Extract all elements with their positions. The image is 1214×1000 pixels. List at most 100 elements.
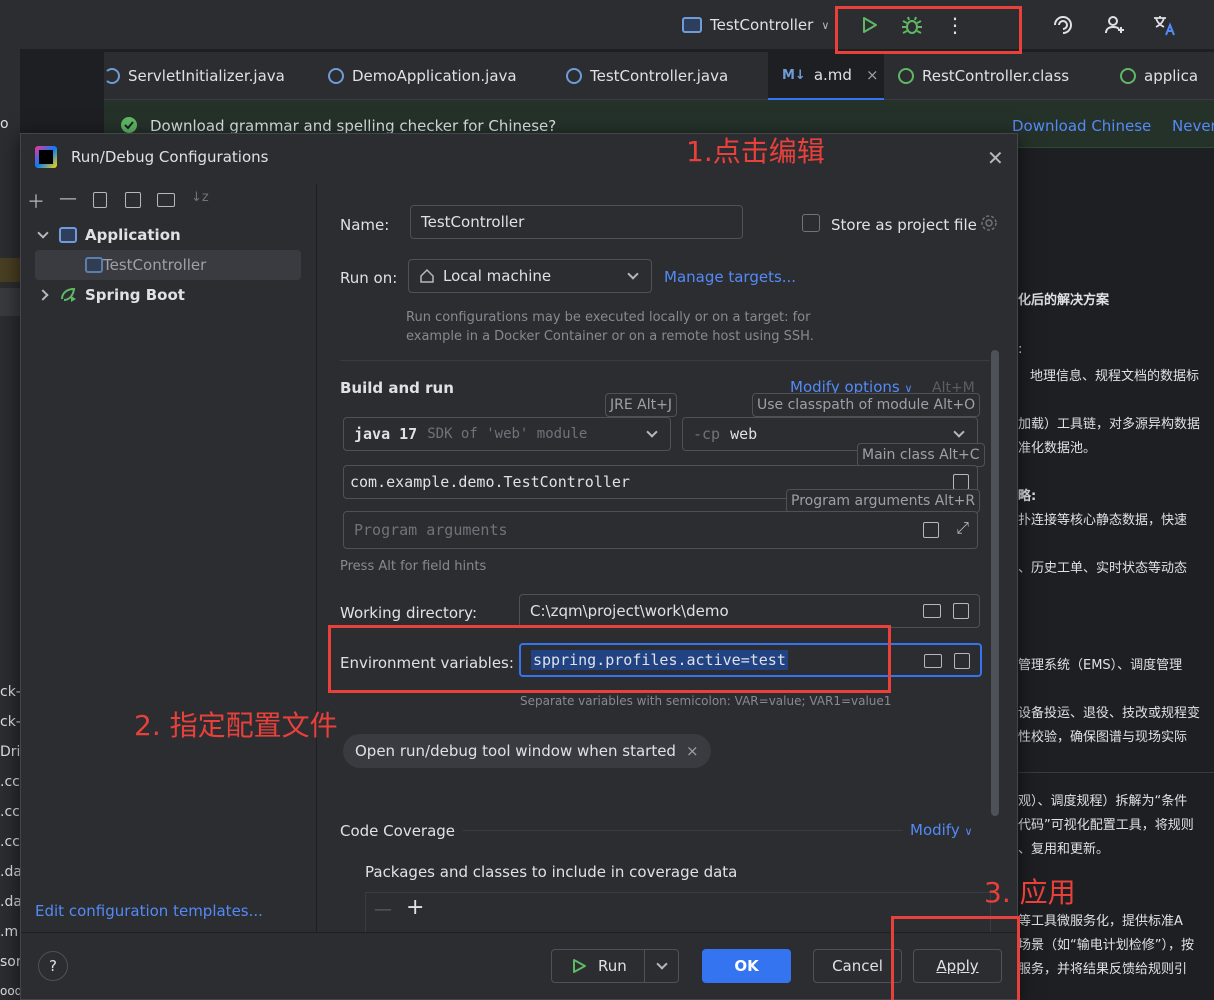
copy-icon[interactable] xyxy=(93,192,107,208)
tab-label: RestController.class xyxy=(922,67,1070,85)
folder-icon[interactable] xyxy=(924,654,942,668)
tree-fragment: o xyxy=(0,116,9,132)
coverage-modify-link[interactable]: Modify ∨ xyxy=(910,821,973,839)
tab-application[interactable]: applica xyxy=(1120,52,1198,100)
env-vars-hint: Separate variables with semicolon: VAR=v… xyxy=(520,694,892,708)
folder-add-icon[interactable] xyxy=(157,193,175,207)
toolbar-left-edge xyxy=(0,0,20,50)
annotation-class-icon xyxy=(898,68,914,84)
name-field[interactable]: TestController xyxy=(410,205,743,239)
sdk-description: SDK of 'web' module xyxy=(427,426,588,442)
run-config-label: TestController xyxy=(710,16,814,34)
close-icon[interactable]: ✕ xyxy=(987,146,1004,170)
browse-icon[interactable] xyxy=(953,474,969,490)
build-run-heading: Build and run xyxy=(340,379,454,397)
edit-templates-link[interactable]: Edit configuration templates... xyxy=(35,902,263,920)
doc-text: 扑连接等核心静态数据，快速 xyxy=(1018,513,1188,528)
translate-button[interactable] xyxy=(1150,10,1180,40)
tab-label: DemoApplication.java xyxy=(352,67,517,85)
tab-label: a.md xyxy=(813,66,852,84)
tab-label: applica xyxy=(1144,67,1199,85)
open-tool-window-chip[interactable]: Open run/debug tool window when started … xyxy=(343,734,711,768)
add-user-icon xyxy=(1105,16,1124,34)
annotation-box-edit xyxy=(835,6,1022,54)
program-args-field[interactable]: Program arguments ⤢ xyxy=(343,511,978,549)
dialog-title: Run/Debug Configurations xyxy=(71,148,269,166)
tree-item-test-controller[interactable]: TestController xyxy=(85,251,206,279)
working-dir-field[interactable]: C:\zqm\project\work\demo xyxy=(519,594,980,628)
config-editor-pane: Name: TestController Store as project fi… xyxy=(318,184,1017,932)
tab-demo-application[interactable]: DemoApplication.java xyxy=(328,52,517,100)
close-icon[interactable]: × xyxy=(686,742,699,760)
tab-rest-controller[interactable]: RestController.class xyxy=(898,52,1069,100)
save-icon[interactable] xyxy=(125,192,141,208)
jre-selector[interactable]: java 17 SDK of 'web' module xyxy=(343,417,671,451)
tree-item-application[interactable]: Application xyxy=(37,221,181,249)
tree-fragment: .cc xyxy=(0,774,20,790)
doc-divider xyxy=(1018,772,1214,773)
tree-fragment: ck- xyxy=(0,714,20,730)
packages-label: Packages and classes to include in cover… xyxy=(365,863,738,881)
ok-button[interactable]: OK xyxy=(702,949,791,983)
tree-fragment: ooqle.android xyxy=(0,984,20,998)
doc-text: 代码”可视化配置工具，将规则 xyxy=(1018,818,1194,833)
scrollbar-thumb[interactable] xyxy=(991,350,999,816)
remove-icon[interactable]: — xyxy=(59,188,77,209)
sort-icon[interactable]: ↓z xyxy=(191,190,209,205)
list-icon[interactable] xyxy=(923,522,939,538)
ai-assistant-icon xyxy=(1054,16,1072,34)
tab-a-md[interactable]: M↓ a.md × xyxy=(768,52,884,100)
expand-icon[interactable]: ⤢ xyxy=(956,518,969,538)
chevron-down-icon[interactable] xyxy=(656,958,668,970)
folder-icon[interactable] xyxy=(923,604,941,618)
cp-flag: -cp xyxy=(693,425,721,443)
sdk-version: java 17 xyxy=(354,425,418,443)
add-icon[interactable]: + xyxy=(406,895,424,920)
remove-icon[interactable]: — xyxy=(374,899,392,920)
annotation-box-env xyxy=(328,625,891,693)
tab-servlet-initializer[interactable]: ServletInitializer.java xyxy=(104,52,285,100)
section-divider xyxy=(340,360,990,361)
tree-item-spring-boot[interactable]: Spring Boot xyxy=(37,281,185,309)
never-link[interactable]: Never xyxy=(1172,117,1214,135)
list-icon[interactable] xyxy=(953,603,969,619)
java-class-icon xyxy=(104,68,120,84)
application-config-icon xyxy=(682,17,702,33)
doc-text: 性校验，确保图谱与现场实际 xyxy=(1018,730,1188,745)
close-icon[interactable]: × xyxy=(866,66,879,84)
markdown-icon: M↓ xyxy=(782,67,806,83)
gear-icon[interactable] xyxy=(980,214,998,232)
tab-label: TestController.java xyxy=(590,67,729,85)
run-split-button[interactable]: Run xyxy=(551,949,679,983)
main-class-value: com.example.demo.TestController xyxy=(350,473,630,491)
jre-hint-tip: JRE Alt+J xyxy=(605,393,677,417)
run-config-selector[interactable]: TestController ∨ xyxy=(682,12,829,38)
add-icon[interactable]: ＋ xyxy=(27,188,45,214)
help-button[interactable]: ? xyxy=(38,951,68,981)
store-project-checkbox[interactable] xyxy=(802,214,820,232)
tree-highlight xyxy=(0,258,20,282)
tree-label: Application xyxy=(85,226,181,244)
ai-assistant-button[interactable] xyxy=(1048,10,1078,40)
manage-targets-link[interactable]: Manage targets... xyxy=(664,268,796,286)
list-icon[interactable] xyxy=(954,653,970,669)
application-config-icon xyxy=(85,257,103,273)
tree-selection xyxy=(0,288,20,316)
run-on-hint: example in a Docker Container or on a re… xyxy=(406,329,814,344)
run-label: Run xyxy=(598,957,627,975)
annotation-step1: 1.点击编辑 xyxy=(686,135,825,168)
chevron-down-icon xyxy=(646,426,658,438)
working-dir-label: Working directory: xyxy=(340,604,478,622)
doc-text: 略: xyxy=(1018,489,1037,504)
cancel-button[interactable]: Cancel xyxy=(813,949,902,983)
main-class-hint-tip: Main class Alt+C xyxy=(857,443,985,467)
chevron-right-icon xyxy=(37,289,49,301)
download-chinese-link[interactable]: Download Chinese xyxy=(1012,117,1151,135)
cp-value: web xyxy=(730,425,758,443)
run-on-dropdown[interactable]: Local machine xyxy=(408,259,652,293)
add-user-button[interactable] xyxy=(1100,10,1130,40)
run-on-hint: Run configurations may be executed local… xyxy=(406,310,811,325)
chevron-down-icon xyxy=(37,227,49,239)
doc-text: 加载）工具链，对多源异构数据 xyxy=(1018,417,1201,432)
tab-test-controller[interactable]: TestController.java xyxy=(566,52,728,100)
